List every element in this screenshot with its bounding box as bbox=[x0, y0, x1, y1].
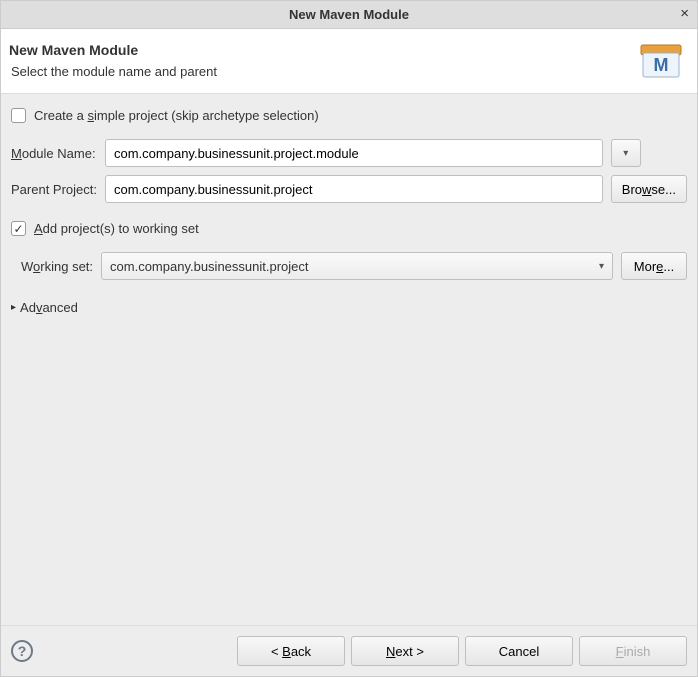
working-set-combo[interactable]: com.company.businessunit.project ▾ bbox=[101, 252, 613, 280]
wizard-header: New Maven Module Select the module name … bbox=[1, 29, 697, 94]
advanced-label: Advanced bbox=[20, 300, 78, 315]
finish-button[interactable]: Finish bbox=[579, 636, 687, 666]
svg-text:M: M bbox=[654, 55, 669, 75]
module-form: Module Name: ▾ Parent Project: Browse... bbox=[11, 139, 687, 203]
wizard-footer: ? < Back Next > Cancel Finish bbox=[1, 625, 697, 676]
titlebar: New Maven Module × bbox=[1, 1, 697, 29]
wizard-window: New Maven Module × New Maven Module Sele… bbox=[0, 0, 698, 677]
browse-button[interactable]: Browse... bbox=[611, 175, 687, 203]
add-working-set-label: Add project(s) to working set bbox=[34, 221, 199, 236]
chevron-down-icon: ▾ bbox=[623, 148, 628, 159]
maven-module-icon: M bbox=[637, 39, 685, 81]
add-working-set-checkbox[interactable] bbox=[11, 221, 26, 236]
parent-project-input[interactable] bbox=[105, 175, 603, 203]
titlebar-title: New Maven Module bbox=[289, 7, 409, 22]
parent-project-label: Parent Project: bbox=[11, 182, 97, 197]
wizard-content: Create a simple project (skip archetype … bbox=[1, 94, 697, 625]
working-set-value: com.company.businessunit.project bbox=[110, 259, 599, 274]
cancel-button[interactable]: Cancel bbox=[465, 636, 573, 666]
next-button[interactable]: Next > bbox=[351, 636, 459, 666]
module-name-label: Module Name: bbox=[11, 146, 97, 161]
working-set-label: Working set: bbox=[21, 259, 93, 274]
working-set-row: Working set: com.company.businessunit.pr… bbox=[21, 252, 687, 280]
back-button[interactable]: < Back bbox=[237, 636, 345, 666]
working-set-more-button[interactable]: More... bbox=[621, 252, 687, 280]
wizard-button-row: < Back Next > Cancel Finish bbox=[237, 636, 687, 666]
help-icon[interactable]: ? bbox=[11, 640, 33, 662]
simple-project-checkbox[interactable] bbox=[11, 108, 26, 123]
advanced-section-toggle[interactable]: ▸ Advanced bbox=[11, 300, 687, 315]
header-subtitle: Select the module name and parent bbox=[9, 64, 217, 79]
twisty-collapsed-icon: ▸ bbox=[11, 302, 16, 313]
simple-project-row: Create a simple project (skip archetype … bbox=[11, 108, 687, 123]
module-name-history-button[interactable]: ▾ bbox=[611, 139, 641, 167]
simple-project-label: Create a simple project (skip archetype … bbox=[34, 108, 319, 123]
add-working-set-row: Add project(s) to working set bbox=[11, 221, 687, 236]
close-icon[interactable]: × bbox=[680, 5, 689, 22]
header-text: New Maven Module Select the module name … bbox=[9, 42, 217, 79]
module-name-input[interactable] bbox=[105, 139, 603, 167]
header-title: New Maven Module bbox=[9, 42, 217, 58]
chevron-down-icon: ▾ bbox=[599, 261, 604, 272]
